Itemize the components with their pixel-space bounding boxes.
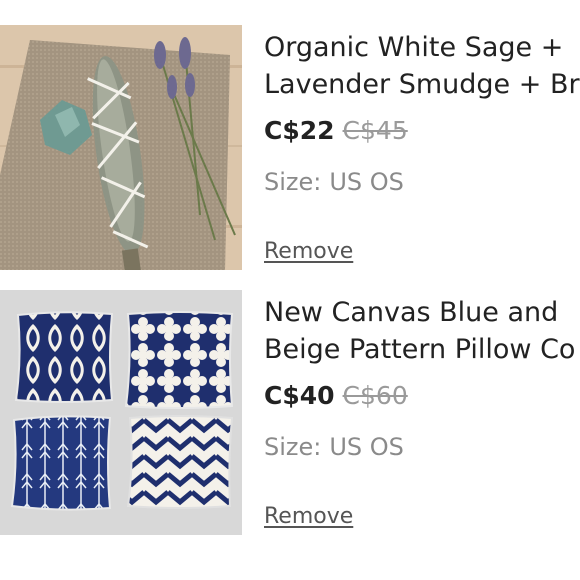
size-row: Size: US OS (264, 432, 404, 462)
remove-button[interactable]: Remove (264, 503, 353, 531)
product-title-line: Organic White Sage + (264, 32, 564, 63)
item-details: New Canvas Blue and Beige Pattern Pillow… (264, 290, 580, 535)
size-row: Size: US OS (264, 167, 404, 197)
product-image-pillow-covers[interactable] (0, 290, 242, 535)
sale-price: C$22 (264, 116, 335, 145)
product-title-line: Beige Pattern Pillow Co (264, 334, 576, 365)
price-row: C$22 C$45 (264, 115, 408, 147)
remove-button[interactable]: Remove (264, 238, 353, 266)
size-value: US OS (329, 168, 404, 196)
size-value: US OS (329, 433, 404, 461)
cart-item: Organic White Sage + Lavender Smudge + B… (0, 25, 580, 270)
original-price: C$45 (342, 116, 408, 145)
original-price: C$60 (342, 381, 408, 410)
product-title[interactable]: Organic White Sage + Lavender Smudge + B… (264, 29, 580, 103)
pillow-covers-illustration (0, 290, 242, 535)
product-image-sage-smudge[interactable] (0, 25, 242, 270)
sale-price: C$40 (264, 381, 335, 410)
sage-smudge-illustration (0, 25, 242, 270)
product-title[interactable]: New Canvas Blue and Beige Pattern Pillow… (264, 294, 580, 368)
size-label: Size: (264, 433, 322, 461)
price-row: C$40 C$60 (264, 380, 408, 412)
cart-item: New Canvas Blue and Beige Pattern Pillow… (0, 290, 580, 535)
item-details: Organic White Sage + Lavender Smudge + B… (264, 25, 580, 270)
size-label: Size: (264, 168, 322, 196)
product-title-line: Lavender Smudge + Br. (264, 69, 580, 100)
product-title-line: New Canvas Blue and (264, 297, 559, 328)
